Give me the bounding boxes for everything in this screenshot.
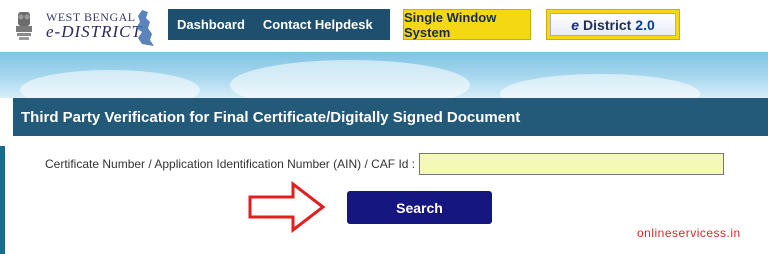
edistrict-prefix: e	[571, 16, 580, 33]
edistrict-badge: e District 2.0	[550, 13, 676, 36]
nav-contact-helpdesk[interactable]: Contact Helpdesk	[254, 17, 382, 32]
bengal-map-icon	[136, 10, 154, 46]
edistrict-version: 2.0	[635, 16, 655, 33]
main-nav: Dashboard Contact Helpdesk CATS	[168, 9, 425, 40]
state-emblem-icon	[16, 12, 32, 40]
side-tab[interactable]	[0, 146, 5, 254]
edistrict-2-button[interactable]: e District 2.0	[546, 9, 680, 40]
certificate-number-label: Certificate Number / Application Identif…	[45, 157, 416, 171]
red-arrow-icon	[248, 181, 326, 233]
edistrict-name: District	[583, 16, 632, 33]
certificate-number-input[interactable]	[419, 153, 724, 175]
west-bengal-edistrict-logo[interactable]: WEST BENGAL e-DISTRICT	[6, 4, 166, 48]
cloud-shape	[500, 74, 700, 98]
watermark-text: onlineservicess.in	[637, 226, 741, 240]
top-bar: WEST BENGAL e-DISTRICT Dashboard Contact…	[0, 0, 768, 52]
nav-dashboard[interactable]: Dashboard	[168, 17, 254, 32]
search-button[interactable]: Search	[347, 191, 492, 224]
panel-title: Third Party Verification for Final Certi…	[13, 98, 768, 136]
cloud-shape	[230, 60, 470, 98]
sky-banner	[0, 52, 768, 98]
cloud-shape	[20, 70, 200, 98]
single-window-system-button[interactable]: Single Window System	[403, 9, 531, 40]
